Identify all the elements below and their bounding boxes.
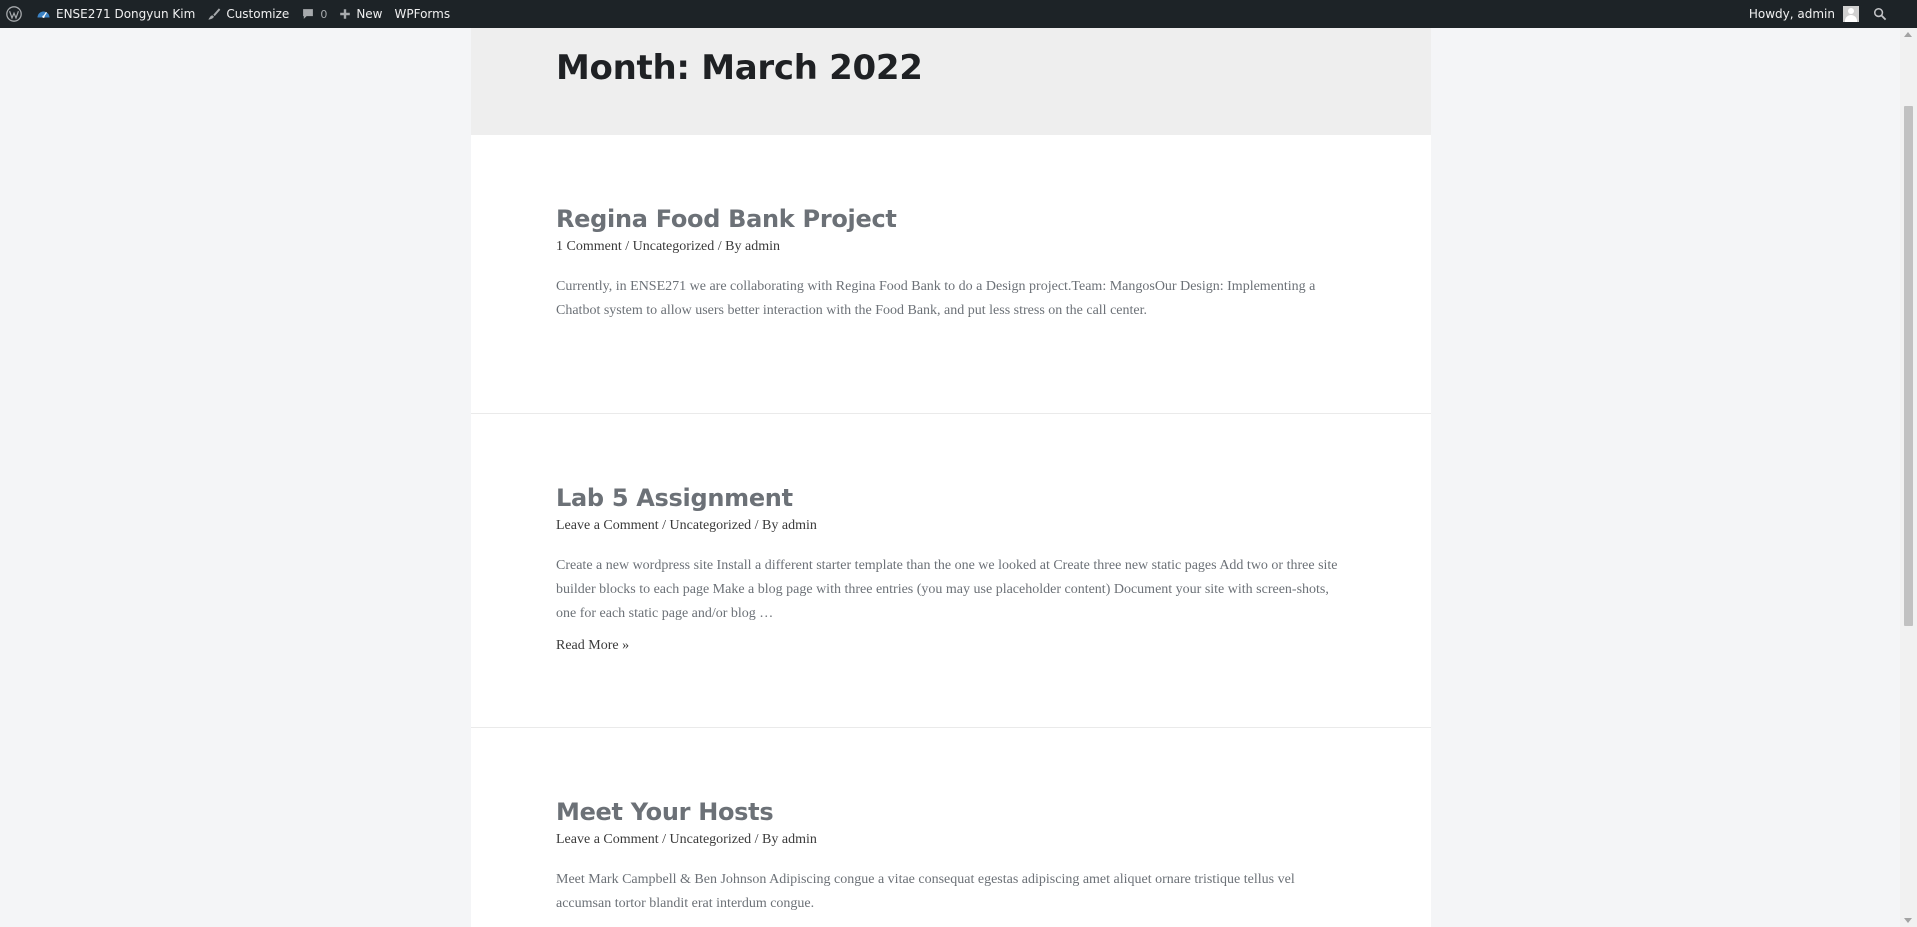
- post-title-link[interactable]: Lab 5 Assignment: [556, 484, 793, 512]
- my-account-link[interactable]: Howdy, admin: [1743, 0, 1865, 28]
- comments-link[interactable]: Leave a Comment: [556, 518, 659, 533]
- new-label: New: [356, 7, 383, 21]
- comments-count: 0: [320, 7, 328, 21]
- paintbrush-icon: [207, 7, 221, 21]
- post-excerpt: Create a new wordpress site Install a di…: [556, 558, 1338, 621]
- post-entry: Regina Food Bank Project 1 Comment / Unc…: [471, 135, 1431, 414]
- wordpress-icon: [6, 6, 22, 22]
- comments-link[interactable]: Leave a Comment: [556, 832, 659, 847]
- page-scrollbar[interactable]: [1900, 28, 1917, 927]
- author-link[interactable]: admin: [745, 239, 780, 254]
- page-title: Month: March 2022: [556, 48, 923, 88]
- scrollbar-thumb[interactable]: [1904, 106, 1913, 626]
- scroll-up-arrow-icon[interactable]: [1904, 32, 1912, 37]
- by-label: By: [762, 832, 779, 847]
- admin-bar-left: ENSE271 Dongyun Kim Customize 0 New WPFo…: [0, 0, 456, 28]
- post-meta: 1 Comment / Uncategorized / By admin: [556, 239, 1346, 255]
- howdy-label: Howdy, admin: [1748, 7, 1835, 21]
- post-title-link[interactable]: Meet Your Hosts: [556, 798, 774, 826]
- category-link[interactable]: Uncategorized: [670, 832, 752, 847]
- admin-bar: ENSE271 Dongyun Kim Customize 0 New WPFo…: [0, 0, 1917, 28]
- search-button[interactable]: [1865, 0, 1891, 28]
- comments-link[interactable]: 1 Comment: [556, 239, 622, 254]
- category-link[interactable]: Uncategorized: [633, 239, 715, 254]
- wordpress-menu[interactable]: [0, 0, 30, 28]
- comments-link[interactable]: 0: [295, 0, 333, 28]
- comment-bubble-icon: [301, 7, 315, 21]
- by-label: By: [725, 239, 742, 254]
- site-name-label: ENSE271 Dongyun Kim: [56, 7, 196, 21]
- post-entry: Lab 5 Assignment Leave a Comment / Uncat…: [471, 414, 1431, 728]
- customize-label: Customize: [226, 7, 290, 21]
- meta-separator: /: [625, 239, 633, 254]
- meta-separator: /: [662, 832, 670, 847]
- author-link[interactable]: admin: [782, 518, 817, 533]
- wpforms-label: WPForms: [394, 7, 451, 21]
- dashboard-icon: [36, 7, 51, 22]
- author-link[interactable]: admin: [782, 832, 817, 847]
- post-excerpt: Meet Mark Campbell & Ben Johnson Adipisc…: [556, 872, 1295, 911]
- wpforms-link[interactable]: WPForms: [389, 0, 457, 28]
- category-link[interactable]: Uncategorized: [670, 518, 752, 533]
- post-entry: Meet Your Hosts Leave a Comment / Uncate…: [471, 728, 1431, 927]
- post-meta: Leave a Comment / Uncategorized / By adm…: [556, 832, 1346, 848]
- site-name-link[interactable]: ENSE271 Dongyun Kim: [30, 0, 201, 28]
- post-meta: Leave a Comment / Uncategorized / By adm…: [556, 518, 1346, 534]
- post-title-link[interactable]: Regina Food Bank Project: [556, 205, 897, 233]
- post-excerpt: Currently, in ENSE271 we are collaborati…: [556, 279, 1316, 318]
- scroll-down-arrow-icon[interactable]: [1904, 918, 1912, 923]
- meta-separator: /: [662, 518, 670, 533]
- archive-header: Month: March 2022: [471, 28, 1431, 135]
- plus-icon: [339, 8, 351, 20]
- new-content-link[interactable]: New: [333, 0, 388, 28]
- meta-separator: /: [754, 832, 763, 847]
- search-icon: [1873, 7, 1887, 21]
- customize-link[interactable]: Customize: [201, 0, 295, 28]
- admin-bar-right: Howdy, admin: [1743, 0, 1917, 28]
- by-label: By: [762, 518, 779, 533]
- meta-separator: /: [754, 518, 763, 533]
- read-more-link[interactable]: Read More »: [556, 638, 629, 654]
- content-container: Month: March 2022 Regina Food Bank Proje…: [471, 28, 1431, 927]
- avatar: [1843, 6, 1859, 22]
